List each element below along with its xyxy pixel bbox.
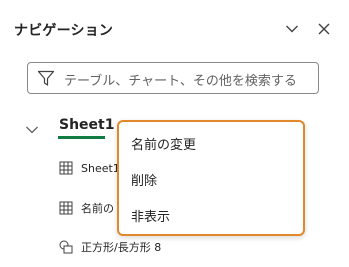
chevron-down-icon [286,25,298,33]
tree-item-table-2[interactable]: 名前の [58,198,114,218]
tree-item-label: 正方形/長方形 8 [81,241,162,254]
close-pane-button[interactable] [313,18,335,40]
chevron-down-icon [26,126,38,134]
sheet-node-label[interactable]: Sheet1 [59,117,114,133]
menu-item-hide[interactable]: 非表示 [131,206,170,225]
collapse-pane-button[interactable] [281,18,303,40]
close-icon [318,23,330,35]
search-box[interactable]: テーブル、チャート、その他を検索する [27,62,319,94]
filter-icon [37,70,55,86]
tree-item-table-1[interactable]: Sheet1 [58,158,120,178]
table-icon [58,160,74,176]
navigation-pane: ナビゲーション テーブル、チャート、その他を検索する Sheet1 Sheet1 [0,0,349,267]
tree-item-label: 名前の [81,202,114,215]
active-sheet-indicator [58,136,105,139]
search-placeholder: テーブル、チャート、その他を検索する [64,74,297,89]
table-icon [58,200,74,216]
shapes-icon [58,239,74,255]
context-menu: 名前の変更 削除 非表示 [117,120,305,236]
pane-title: ナビゲーション [14,23,114,39]
menu-item-delete[interactable]: 削除 [131,170,157,189]
tree-item-shape[interactable]: 正方形/長方形 8 [58,237,161,257]
expand-sheet-toggle[interactable] [25,120,39,139]
tree-item-label: Sheet1 [81,161,120,175]
menu-item-rename[interactable]: 名前の変更 [131,134,196,153]
